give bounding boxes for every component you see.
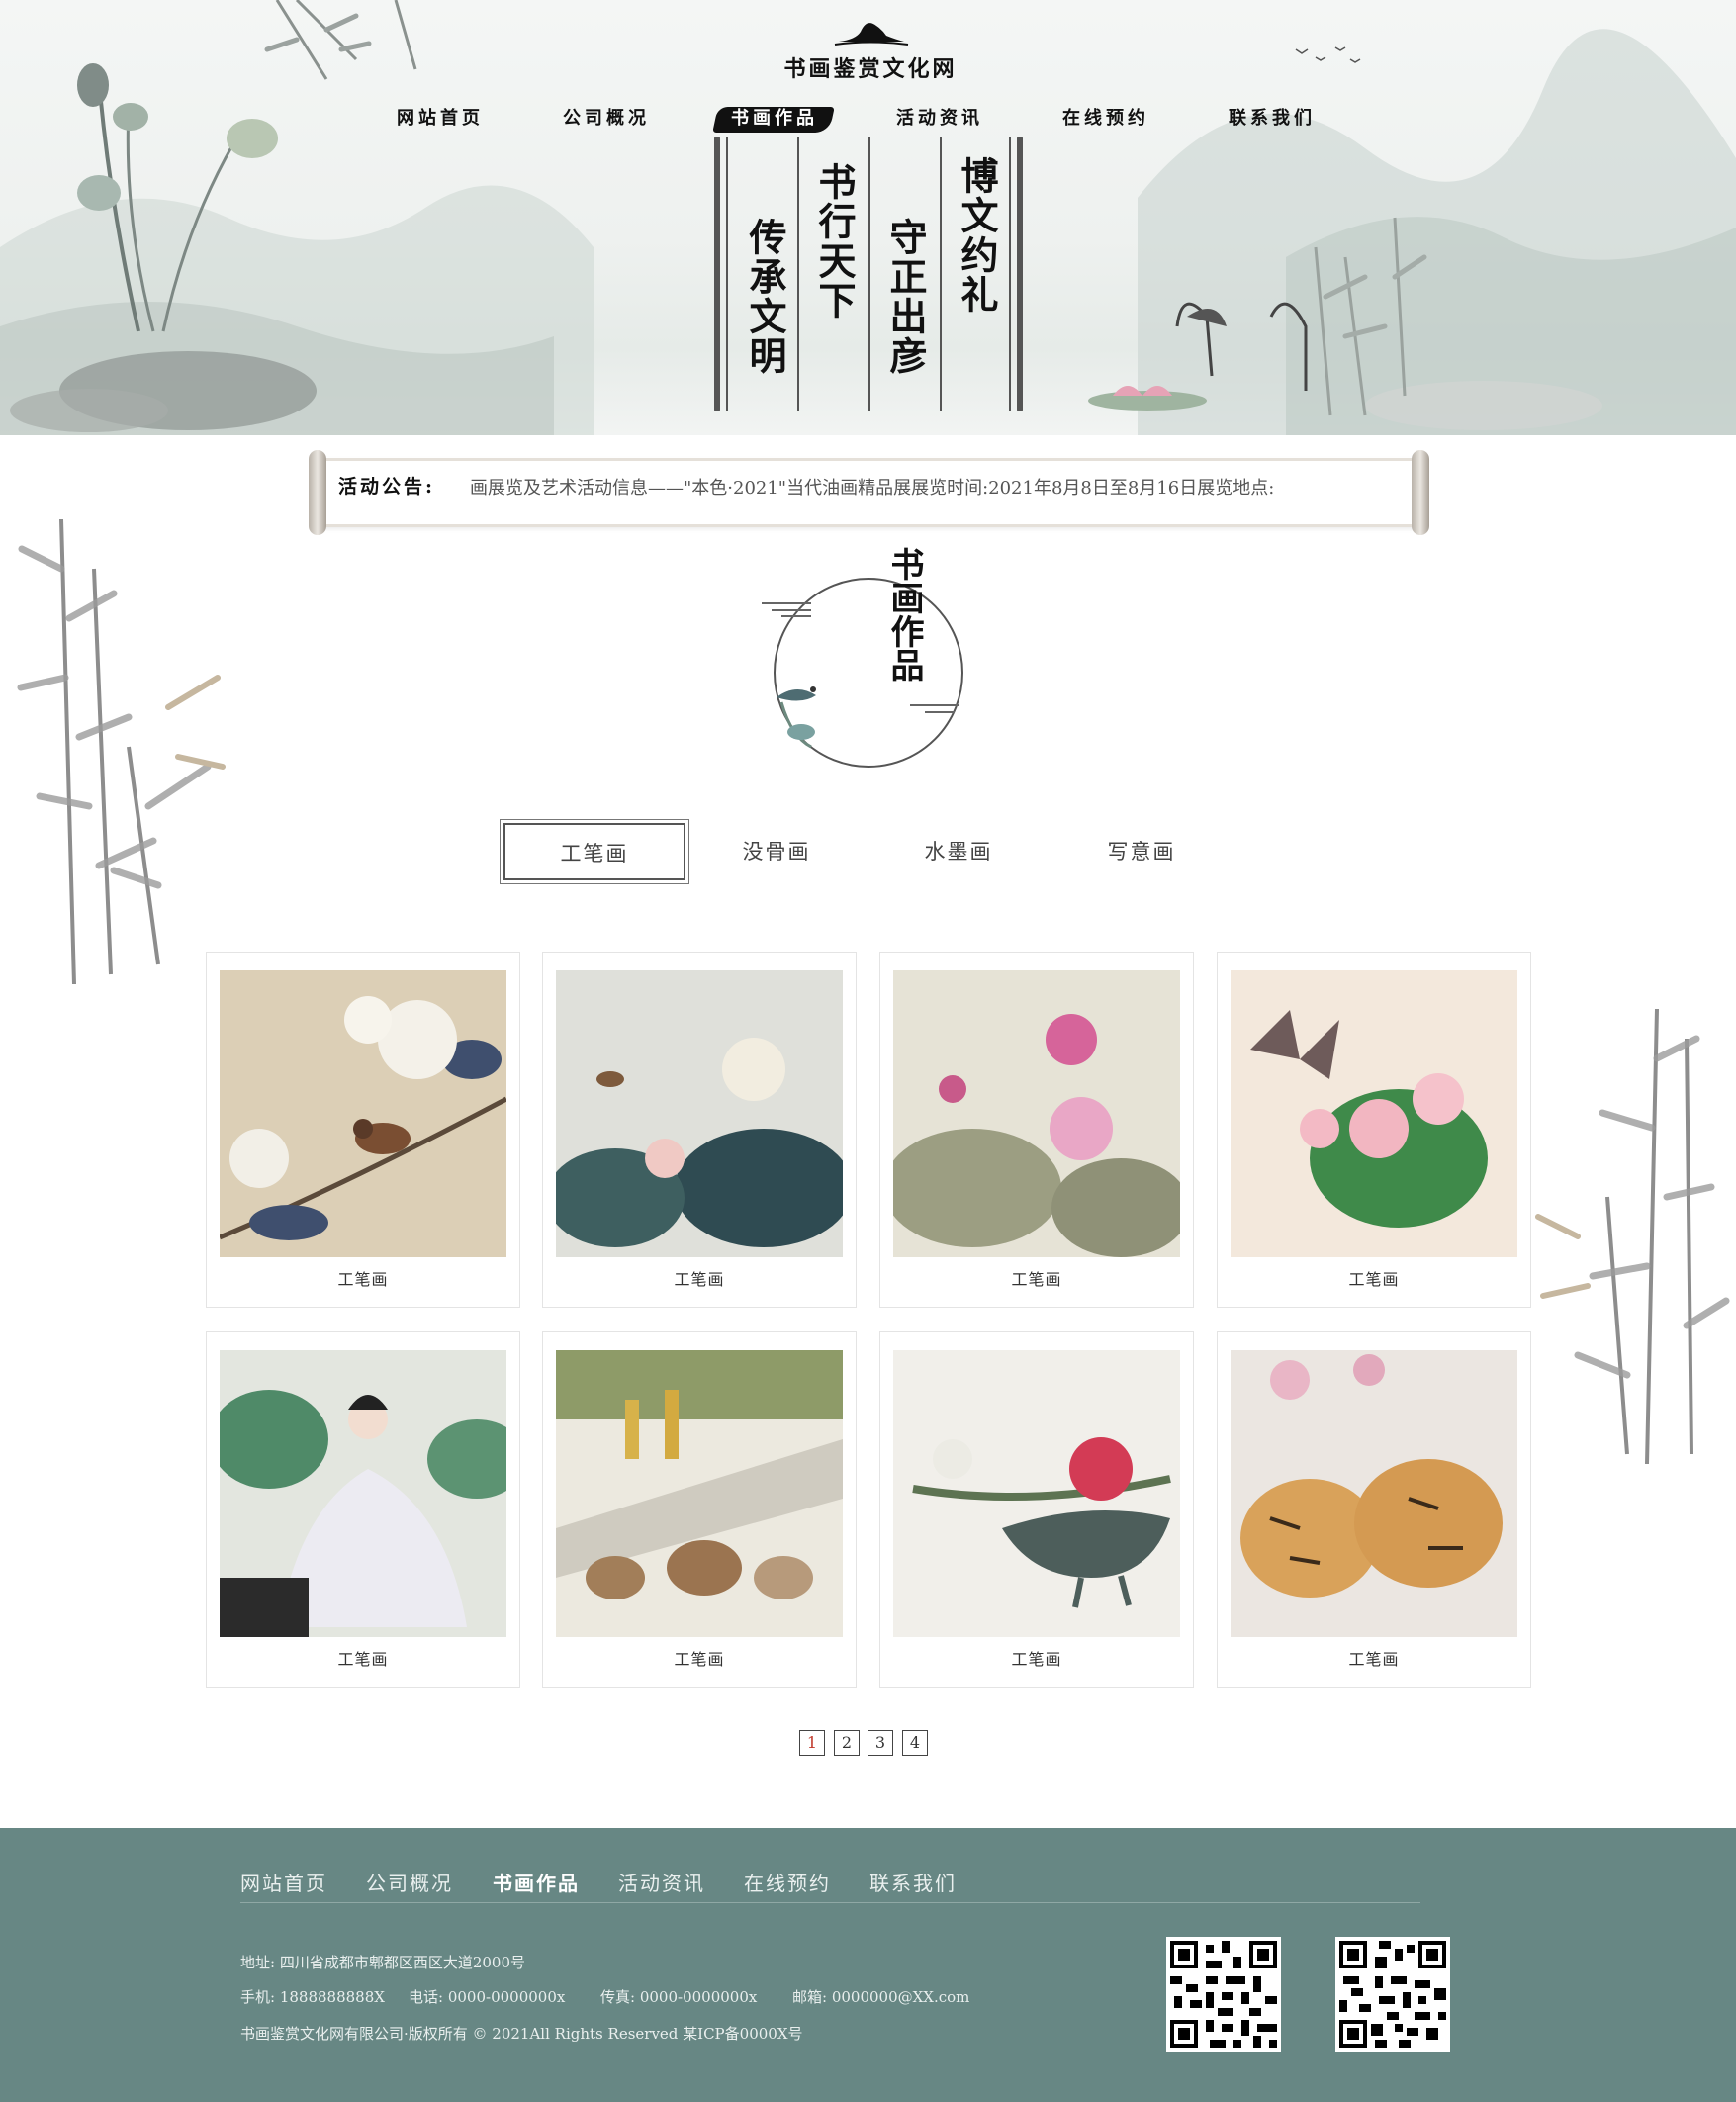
notice-label: 活动公告:	[338, 476, 436, 498]
artwork-card[interactable]: 工笔画	[206, 1331, 520, 1688]
scroll-rod-right	[1017, 137, 1023, 411]
footer-phone: 手机: 1888888888X	[240, 1988, 385, 2006]
notice-bar: 活动公告: 画展览及艺术活动信息——"本色·2021"当代油画精品展展览时间:2…	[309, 450, 1429, 535]
page-2-button[interactable]: 2	[834, 1730, 860, 1756]
nav-online-booking[interactable]: 在线预约	[1037, 99, 1175, 138]
notice-marquee-text[interactable]: 画展览及艺术活动信息——"本色·2021"当代油画精品展展览时间:2021年8月…	[470, 474, 1395, 500]
lady-lotus-painting-icon	[220, 1350, 506, 1637]
calligraphy-column-1: 博文约礼	[955, 156, 999, 315]
rabbits-painting-icon	[556, 1350, 843, 1637]
artwork-image[interactable]	[556, 1350, 843, 1637]
nav-artworks[interactable]: 书画作品	[705, 99, 844, 138]
scroll-roller-right	[1412, 450, 1429, 535]
calligraphy-column-2: 守正出彦	[883, 218, 928, 376]
artwork-card[interactable]: 工笔画	[1217, 952, 1531, 1308]
tab-xieyi[interactable]: 写意画	[1051, 823, 1233, 880]
mountain-logo-icon	[834, 23, 909, 46]
artwork-card[interactable]: 工笔画	[879, 952, 1194, 1308]
footer-copyright: 书画鉴赏文化网有限公司·版权所有 © 2021All Rights Reserv…	[240, 2025, 803, 2043]
main-nav: 网站首页 公司概况 书画作品 活动资讯 在线预约 联系我们	[371, 99, 1360, 138]
footer-nav-company-overview[interactable]: 公司概况	[366, 1868, 453, 1896]
calligraphy-column-4: 传承文明	[743, 218, 787, 376]
footer-divider	[240, 1902, 1420, 1903]
artwork-caption: 工笔画	[337, 1270, 389, 1289]
bamboo-decoration-left	[17, 518, 226, 985]
nav-company-overview[interactable]: 公司概况	[537, 99, 676, 138]
artwork-image[interactable]	[1231, 1350, 1517, 1637]
artwork-gallery: 工笔画 工笔画 工笔画 工笔画 工笔画 工笔画 工笔画 工笔画	[206, 952, 1531, 1689]
nav-activity-news[interactable]: 活动资讯	[870, 99, 1009, 138]
artwork-image[interactable]	[1231, 970, 1517, 1257]
artwork-caption: 工笔画	[1011, 1270, 1062, 1289]
scroll-divider	[940, 137, 942, 411]
nav-home[interactable]: 网站首页	[371, 99, 509, 138]
footer-fax: 传真: 0000-0000000x	[600, 1988, 758, 2006]
artwork-card[interactable]: 工笔画	[1217, 1331, 1531, 1688]
footer-nav-activity-news[interactable]: 活动资讯	[618, 1868, 705, 1896]
artwork-caption: 工笔画	[337, 1650, 389, 1669]
artwork-image[interactable]	[220, 970, 506, 1257]
page-4-button[interactable]: 4	[902, 1730, 928, 1756]
hero-calligraphy-scroll: 博文约礼 守正出彦 书行天下 传承文明	[714, 137, 1023, 411]
bird-flower-painting-icon	[220, 970, 506, 1257]
section-title-emblem	[762, 578, 963, 768]
nav-contact-us[interactable]: 联系我们	[1203, 99, 1341, 138]
bamboo-decoration-right	[1535, 1008, 1730, 1465]
scroll-divider	[797, 137, 799, 411]
tab-gongbi[interactable]: 工笔画	[500, 819, 689, 884]
qr-code-icon	[1166, 1937, 1281, 2052]
tigers-painting-icon	[1231, 1350, 1517, 1637]
footer-nav-home[interactable]: 网站首页	[240, 1868, 327, 1896]
artwork-caption: 工笔画	[674, 1270, 725, 1289]
artwork-image[interactable]	[893, 970, 1180, 1257]
artwork-image[interactable]	[556, 970, 843, 1257]
page-1-button[interactable]: 1	[799, 1730, 825, 1756]
category-tabs: 工笔画 没骨画 水墨画 写意画	[500, 819, 1235, 884]
artwork-image[interactable]	[893, 1350, 1180, 1637]
hero-banner: 书画鉴赏文化网 网站首页 公司概况 书画作品 活动资讯 在线预约 联系我们 博文…	[0, 0, 1736, 435]
footer-address: 地址: 四川省成都市郫都区西区大道2000号	[240, 1954, 525, 1971]
pink-lotus-painting-icon	[893, 970, 1180, 1257]
page-3-button[interactable]: 3	[868, 1730, 893, 1756]
site-name: 书画鉴赏文化网	[783, 56, 958, 82]
scroll-divider	[1009, 137, 1011, 411]
artwork-card[interactable]: 工笔画	[542, 1331, 857, 1688]
qr-code-icon	[1335, 1937, 1450, 2052]
artwork-card[interactable]: 工笔画	[206, 952, 520, 1308]
section-title: 书画作品	[884, 547, 924, 682]
footer-nav-online-booking[interactable]: 在线预约	[744, 1868, 831, 1896]
scroll-divider	[726, 137, 728, 411]
artwork-caption: 工笔画	[1348, 1270, 1400, 1289]
footer-nav-contact-us[interactable]: 联系我们	[869, 1868, 957, 1896]
tab-shuimo[interactable]: 水墨画	[868, 823, 1050, 880]
artwork-card[interactable]: 工笔画	[542, 952, 857, 1308]
scroll-divider	[868, 137, 870, 411]
calligraphy-column-3: 书行天下	[812, 162, 857, 320]
footer: 网站首页 公司概况 书画作品 活动资讯 在线预约 联系我们 地址: 四川省成都市…	[0, 1828, 1736, 2102]
footer-nav-artworks[interactable]: 书画作品	[493, 1868, 580, 1896]
lotus-leaf-painting-icon	[556, 970, 843, 1257]
butterfly-peony-painting-icon	[1231, 970, 1517, 1257]
artwork-caption: 工笔画	[1348, 1650, 1400, 1669]
artwork-image[interactable]	[220, 1350, 506, 1637]
peony-vase-painting-icon	[893, 1350, 1180, 1637]
tab-mogu[interactable]: 没骨画	[685, 823, 868, 880]
artwork-caption: 工笔画	[674, 1650, 725, 1669]
artwork-card[interactable]: 工笔画	[879, 1331, 1194, 1688]
site-logo[interactable]: 书画鉴赏文化网	[762, 10, 979, 82]
footer-tel: 电话: 0000-0000000x	[409, 1988, 566, 2006]
footer-email: 邮箱: 0000000@XX.com	[792, 1988, 970, 2006]
scroll-rod-left	[714, 137, 720, 411]
artwork-caption: 工笔画	[1011, 1650, 1062, 1669]
scroll-roller-left	[309, 450, 326, 535]
